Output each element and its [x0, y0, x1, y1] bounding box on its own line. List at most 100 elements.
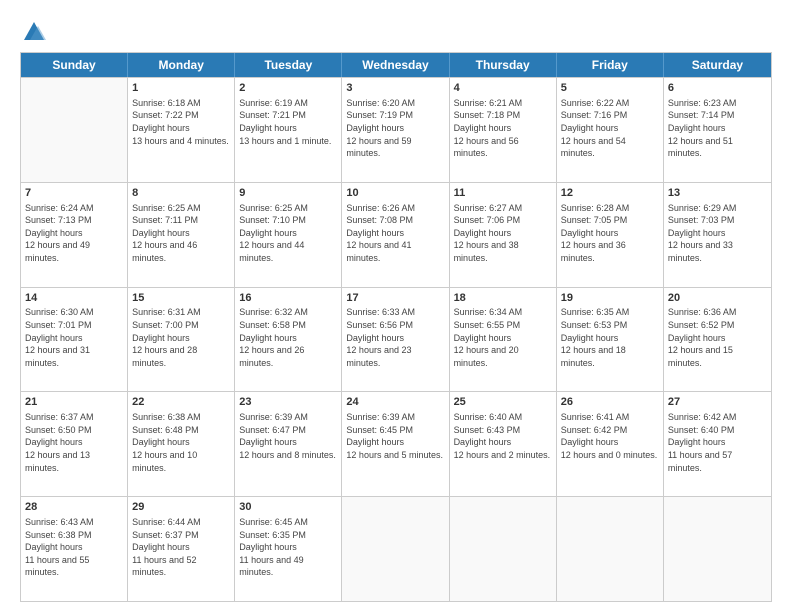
day-number: 13 — [668, 186, 767, 201]
day-number: 23 — [239, 395, 337, 410]
day-info: Sunrise: 6:43 AM Sunset: 6:38 PM Dayligh… — [25, 516, 123, 579]
day-info: Sunrise: 6:19 AM Sunset: 7:21 PM Dayligh… — [239, 97, 337, 147]
calendar-cell — [342, 497, 449, 601]
calendar-cell: 16 Sunrise: 6:32 AM Sunset: 6:58 PM Dayl… — [235, 288, 342, 392]
calendar-cell: 17 Sunrise: 6:33 AM Sunset: 6:56 PM Dayl… — [342, 288, 449, 392]
day-number: 7 — [25, 186, 123, 201]
weekday-header: Thursday — [450, 53, 557, 77]
calendar-cell: 8 Sunrise: 6:25 AM Sunset: 7:11 PM Dayli… — [128, 183, 235, 287]
logo — [20, 18, 52, 46]
day-info: Sunrise: 6:24 AM Sunset: 7:13 PM Dayligh… — [25, 202, 123, 265]
calendar-cell: 19 Sunrise: 6:35 AM Sunset: 6:53 PM Dayl… — [557, 288, 664, 392]
day-info: Sunrise: 6:34 AM Sunset: 6:55 PM Dayligh… — [454, 306, 552, 369]
calendar-header: SundayMondayTuesdayWednesdayThursdayFrid… — [21, 53, 771, 77]
day-number: 5 — [561, 81, 659, 96]
calendar-cell: 26 Sunrise: 6:41 AM Sunset: 6:42 PM Dayl… — [557, 392, 664, 496]
day-number: 2 — [239, 81, 337, 96]
day-number: 9 — [239, 186, 337, 201]
calendar-row: 1 Sunrise: 6:18 AM Sunset: 7:22 PM Dayli… — [21, 77, 771, 182]
day-info: Sunrise: 6:32 AM Sunset: 6:58 PM Dayligh… — [239, 306, 337, 369]
day-number: 17 — [346, 291, 444, 306]
calendar-cell: 13 Sunrise: 6:29 AM Sunset: 7:03 PM Dayl… — [664, 183, 771, 287]
day-number: 18 — [454, 291, 552, 306]
weekday-header: Friday — [557, 53, 664, 77]
page: SundayMondayTuesdayWednesdayThursdayFrid… — [0, 0, 792, 612]
day-info: Sunrise: 6:23 AM Sunset: 7:14 PM Dayligh… — [668, 97, 767, 160]
calendar-cell — [21, 78, 128, 182]
calendar-cell: 12 Sunrise: 6:28 AM Sunset: 7:05 PM Dayl… — [557, 183, 664, 287]
calendar-cell: 20 Sunrise: 6:36 AM Sunset: 6:52 PM Dayl… — [664, 288, 771, 392]
weekday-header: Wednesday — [342, 53, 449, 77]
day-info: Sunrise: 6:30 AM Sunset: 7:01 PM Dayligh… — [25, 306, 123, 369]
calendar-cell — [557, 497, 664, 601]
header — [20, 18, 772, 46]
day-number: 16 — [239, 291, 337, 306]
calendar-cell: 10 Sunrise: 6:26 AM Sunset: 7:08 PM Dayl… — [342, 183, 449, 287]
day-info: Sunrise: 6:40 AM Sunset: 6:43 PM Dayligh… — [454, 411, 552, 461]
calendar-row: 28 Sunrise: 6:43 AM Sunset: 6:38 PM Dayl… — [21, 496, 771, 601]
day-number: 4 — [454, 81, 552, 96]
weekday-header: Monday — [128, 53, 235, 77]
weekday-header: Sunday — [21, 53, 128, 77]
day-info: Sunrise: 6:36 AM Sunset: 6:52 PM Dayligh… — [668, 306, 767, 369]
calendar-cell: 2 Sunrise: 6:19 AM Sunset: 7:21 PM Dayli… — [235, 78, 342, 182]
calendar-cell — [450, 497, 557, 601]
calendar-cell: 6 Sunrise: 6:23 AM Sunset: 7:14 PM Dayli… — [664, 78, 771, 182]
calendar-cell: 15 Sunrise: 6:31 AM Sunset: 7:00 PM Dayl… — [128, 288, 235, 392]
day-info: Sunrise: 6:26 AM Sunset: 7:08 PM Dayligh… — [346, 202, 444, 265]
calendar-cell: 27 Sunrise: 6:42 AM Sunset: 6:40 PM Dayl… — [664, 392, 771, 496]
calendar-cell: 22 Sunrise: 6:38 AM Sunset: 6:48 PM Dayl… — [128, 392, 235, 496]
day-info: Sunrise: 6:42 AM Sunset: 6:40 PM Dayligh… — [668, 411, 767, 474]
day-info: Sunrise: 6:25 AM Sunset: 7:10 PM Dayligh… — [239, 202, 337, 265]
day-info: Sunrise: 6:28 AM Sunset: 7:05 PM Dayligh… — [561, 202, 659, 265]
day-number: 22 — [132, 395, 230, 410]
day-number: 1 — [132, 81, 230, 96]
calendar-cell: 1 Sunrise: 6:18 AM Sunset: 7:22 PM Dayli… — [128, 78, 235, 182]
day-number: 10 — [346, 186, 444, 201]
calendar-row: 21 Sunrise: 6:37 AM Sunset: 6:50 PM Dayl… — [21, 391, 771, 496]
calendar-cell: 14 Sunrise: 6:30 AM Sunset: 7:01 PM Dayl… — [21, 288, 128, 392]
day-info: Sunrise: 6:39 AM Sunset: 6:45 PM Dayligh… — [346, 411, 444, 461]
calendar-cell: 9 Sunrise: 6:25 AM Sunset: 7:10 PM Dayli… — [235, 183, 342, 287]
day-info: Sunrise: 6:41 AM Sunset: 6:42 PM Dayligh… — [561, 411, 659, 461]
day-number: 12 — [561, 186, 659, 201]
day-number: 24 — [346, 395, 444, 410]
calendar-cell: 24 Sunrise: 6:39 AM Sunset: 6:45 PM Dayl… — [342, 392, 449, 496]
calendar-row: 7 Sunrise: 6:24 AM Sunset: 7:13 PM Dayli… — [21, 182, 771, 287]
day-number: 28 — [25, 500, 123, 515]
calendar-cell: 21 Sunrise: 6:37 AM Sunset: 6:50 PM Dayl… — [21, 392, 128, 496]
day-info: Sunrise: 6:18 AM Sunset: 7:22 PM Dayligh… — [132, 97, 230, 147]
day-number: 6 — [668, 81, 767, 96]
day-number: 26 — [561, 395, 659, 410]
day-info: Sunrise: 6:29 AM Sunset: 7:03 PM Dayligh… — [668, 202, 767, 265]
day-info: Sunrise: 6:33 AM Sunset: 6:56 PM Dayligh… — [346, 306, 444, 369]
day-info: Sunrise: 6:25 AM Sunset: 7:11 PM Dayligh… — [132, 202, 230, 265]
day-info: Sunrise: 6:44 AM Sunset: 6:37 PM Dayligh… — [132, 516, 230, 579]
calendar-cell: 18 Sunrise: 6:34 AM Sunset: 6:55 PM Dayl… — [450, 288, 557, 392]
calendar-cell: 11 Sunrise: 6:27 AM Sunset: 7:06 PM Dayl… — [450, 183, 557, 287]
calendar: SundayMondayTuesdayWednesdayThursdayFrid… — [20, 52, 772, 602]
calendar-row: 14 Sunrise: 6:30 AM Sunset: 7:01 PM Dayl… — [21, 287, 771, 392]
day-info: Sunrise: 6:45 AM Sunset: 6:35 PM Dayligh… — [239, 516, 337, 579]
weekday-header: Tuesday — [235, 53, 342, 77]
day-info: Sunrise: 6:22 AM Sunset: 7:16 PM Dayligh… — [561, 97, 659, 160]
day-number: 25 — [454, 395, 552, 410]
weekday-header: Saturday — [664, 53, 771, 77]
calendar-body: 1 Sunrise: 6:18 AM Sunset: 7:22 PM Dayli… — [21, 77, 771, 601]
calendar-cell — [664, 497, 771, 601]
day-number: 19 — [561, 291, 659, 306]
day-info: Sunrise: 6:27 AM Sunset: 7:06 PM Dayligh… — [454, 202, 552, 265]
calendar-cell: 28 Sunrise: 6:43 AM Sunset: 6:38 PM Dayl… — [21, 497, 128, 601]
day-number: 11 — [454, 186, 552, 201]
day-info: Sunrise: 6:20 AM Sunset: 7:19 PM Dayligh… — [346, 97, 444, 160]
calendar-cell: 5 Sunrise: 6:22 AM Sunset: 7:16 PM Dayli… — [557, 78, 664, 182]
day-info: Sunrise: 6:39 AM Sunset: 6:47 PM Dayligh… — [239, 411, 337, 461]
day-info: Sunrise: 6:21 AM Sunset: 7:18 PM Dayligh… — [454, 97, 552, 160]
day-number: 14 — [25, 291, 123, 306]
day-number: 3 — [346, 81, 444, 96]
day-info: Sunrise: 6:38 AM Sunset: 6:48 PM Dayligh… — [132, 411, 230, 474]
day-number: 20 — [668, 291, 767, 306]
calendar-cell: 23 Sunrise: 6:39 AM Sunset: 6:47 PM Dayl… — [235, 392, 342, 496]
calendar-cell: 30 Sunrise: 6:45 AM Sunset: 6:35 PM Dayl… — [235, 497, 342, 601]
day-number: 29 — [132, 500, 230, 515]
